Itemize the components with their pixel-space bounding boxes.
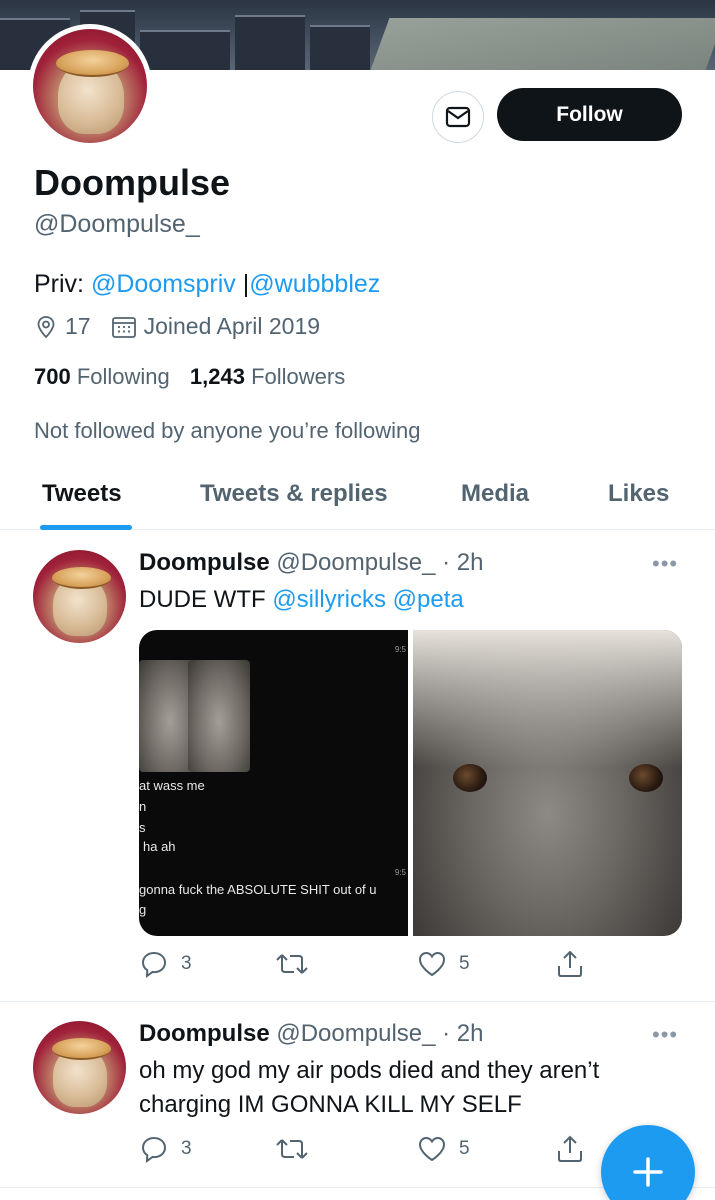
heart-icon bbox=[418, 1136, 446, 1162]
share-icon bbox=[558, 950, 582, 977]
share-button[interactable] bbox=[555, 949, 597, 979]
reply-button[interactable]: 3 bbox=[139, 1134, 192, 1164]
reply-icon bbox=[141, 1136, 167, 1164]
tweet-author-name[interactable]: Doompulse bbox=[139, 1020, 270, 1047]
media-caption: g bbox=[139, 902, 147, 917]
tweet-text-prefix: DUDE WTF bbox=[139, 586, 273, 613]
active-tab-indicator bbox=[40, 525, 132, 530]
tab-media[interactable]: Media bbox=[461, 480, 529, 508]
reply-button[interactable]: 3 bbox=[139, 949, 192, 979]
media-caption: n bbox=[139, 799, 147, 814]
calendar-icon bbox=[111, 316, 136, 338]
like-count: 5 bbox=[459, 953, 470, 974]
tweet-avatar[interactable] bbox=[33, 550, 126, 643]
followers-count: 1,243 bbox=[189, 364, 245, 389]
tweet-header: Doompulse @Doompulse_ · 2h bbox=[139, 549, 484, 577]
tweet-author-handle[interactable]: @Doompulse_ bbox=[276, 549, 435, 576]
media-caption: at wass me bbox=[139, 778, 205, 793]
tweet-actions: 3 5 bbox=[139, 949, 589, 981]
more-options-icon[interactable]: ••• bbox=[652, 551, 678, 577]
tweet-actions: 3 5 bbox=[139, 1134, 589, 1166]
like-button[interactable]: 5 bbox=[417, 1134, 470, 1164]
dog-eye bbox=[453, 764, 487, 792]
profile-handle: @Doompulse_ bbox=[34, 210, 200, 238]
like-button[interactable]: 5 bbox=[417, 949, 470, 979]
tweet-header: Doompulse @Doompulse_ · 2h bbox=[139, 1020, 484, 1048]
followers-link[interactable]: 1,243 Followers bbox=[190, 364, 345, 389]
media-screenshot[interactable]: 9:5 at wass me n s ha ah 9:5 gonna fuck … bbox=[139, 630, 408, 936]
share-icon bbox=[558, 1135, 582, 1162]
media-dog-photo[interactable] bbox=[413, 630, 682, 936]
location-text: 17 bbox=[65, 313, 91, 339]
share-button[interactable] bbox=[555, 1134, 597, 1164]
profile-name: Doompulse bbox=[34, 162, 231, 203]
reply-count: 3 bbox=[181, 953, 192, 974]
tweet-text: DUDE WTF @sillyricks @peta bbox=[139, 583, 679, 617]
retweet-button[interactable] bbox=[275, 949, 321, 979]
bio-prefix: Priv: bbox=[34, 270, 91, 298]
location-pin-icon bbox=[37, 315, 55, 338]
following-count: 700 bbox=[34, 364, 71, 389]
follow-stats: 700 Following 1,243 Followers bbox=[34, 364, 345, 390]
heart-icon bbox=[418, 951, 446, 977]
profile-avatar[interactable] bbox=[28, 24, 152, 148]
mention-sillyricks[interactable]: @sillyricks bbox=[272, 586, 386, 613]
profile-tabs: Tweets Tweets & replies Media Likes bbox=[0, 462, 715, 530]
media-thumb bbox=[188, 660, 250, 772]
bio-link-wubbblez[interactable]: @wubbblez bbox=[249, 270, 380, 298]
media-time: 9:5 bbox=[394, 868, 406, 877]
media-time: 9:5 bbox=[394, 645, 406, 654]
tweet-author-handle[interactable]: @Doompulse_ bbox=[276, 1020, 435, 1047]
tab-likes[interactable]: Likes bbox=[608, 480, 669, 508]
tweet-author-name[interactable]: Doompulse bbox=[139, 549, 270, 576]
retweet-button[interactable] bbox=[275, 1134, 321, 1164]
tweet-avatar[interactable] bbox=[33, 1021, 126, 1114]
bio-link-doomspriv[interactable]: @Doomspriv bbox=[91, 270, 236, 298]
dog-eye bbox=[629, 764, 663, 792]
reply-count: 3 bbox=[181, 1138, 192, 1159]
more-options-icon[interactable]: ••• bbox=[652, 1022, 678, 1048]
following-link[interactable]: 700 Following bbox=[34, 364, 184, 389]
joined-text: Joined April 2019 bbox=[143, 313, 321, 339]
tab-tweets-replies[interactable]: Tweets & replies bbox=[200, 480, 388, 508]
mention-peta[interactable]: @peta bbox=[386, 586, 464, 613]
profile-meta: 17 Joined April 2019 bbox=[34, 313, 340, 340]
media-caption: s bbox=[139, 820, 146, 835]
bio-separator: | bbox=[235, 270, 250, 298]
tweet-time: · 2h bbox=[435, 549, 484, 576]
message-button[interactable] bbox=[432, 91, 484, 143]
retweet-icon bbox=[276, 954, 308, 974]
tweet-text: oh my god my air pods died and they aren… bbox=[139, 1057, 600, 1118]
retweet-icon bbox=[276, 1139, 308, 1159]
not-followed-notice: Not followed by anyone you’re following bbox=[34, 418, 421, 443]
like-count: 5 bbox=[459, 1138, 470, 1159]
media-caption: ha ah bbox=[143, 839, 176, 854]
tweet-media[interactable]: 9:5 at wass me n s ha ah 9:5 gonna fuck … bbox=[139, 630, 682, 936]
envelope-icon bbox=[445, 106, 471, 128]
tab-tweets[interactable]: Tweets bbox=[42, 480, 122, 508]
plus-icon bbox=[633, 1157, 663, 1187]
reply-icon bbox=[141, 951, 167, 979]
follow-button[interactable]: Follow bbox=[497, 88, 682, 141]
following-label: Following bbox=[76, 364, 170, 389]
followers-label: Followers bbox=[251, 364, 346, 389]
profile-bio: Priv: @Doomspriv |@wubbblez bbox=[34, 270, 380, 299]
media-caption: gonna fuck the ABSOLUTE SHIT out of u bbox=[139, 882, 377, 897]
tweet-time: · 2h bbox=[435, 1020, 484, 1047]
